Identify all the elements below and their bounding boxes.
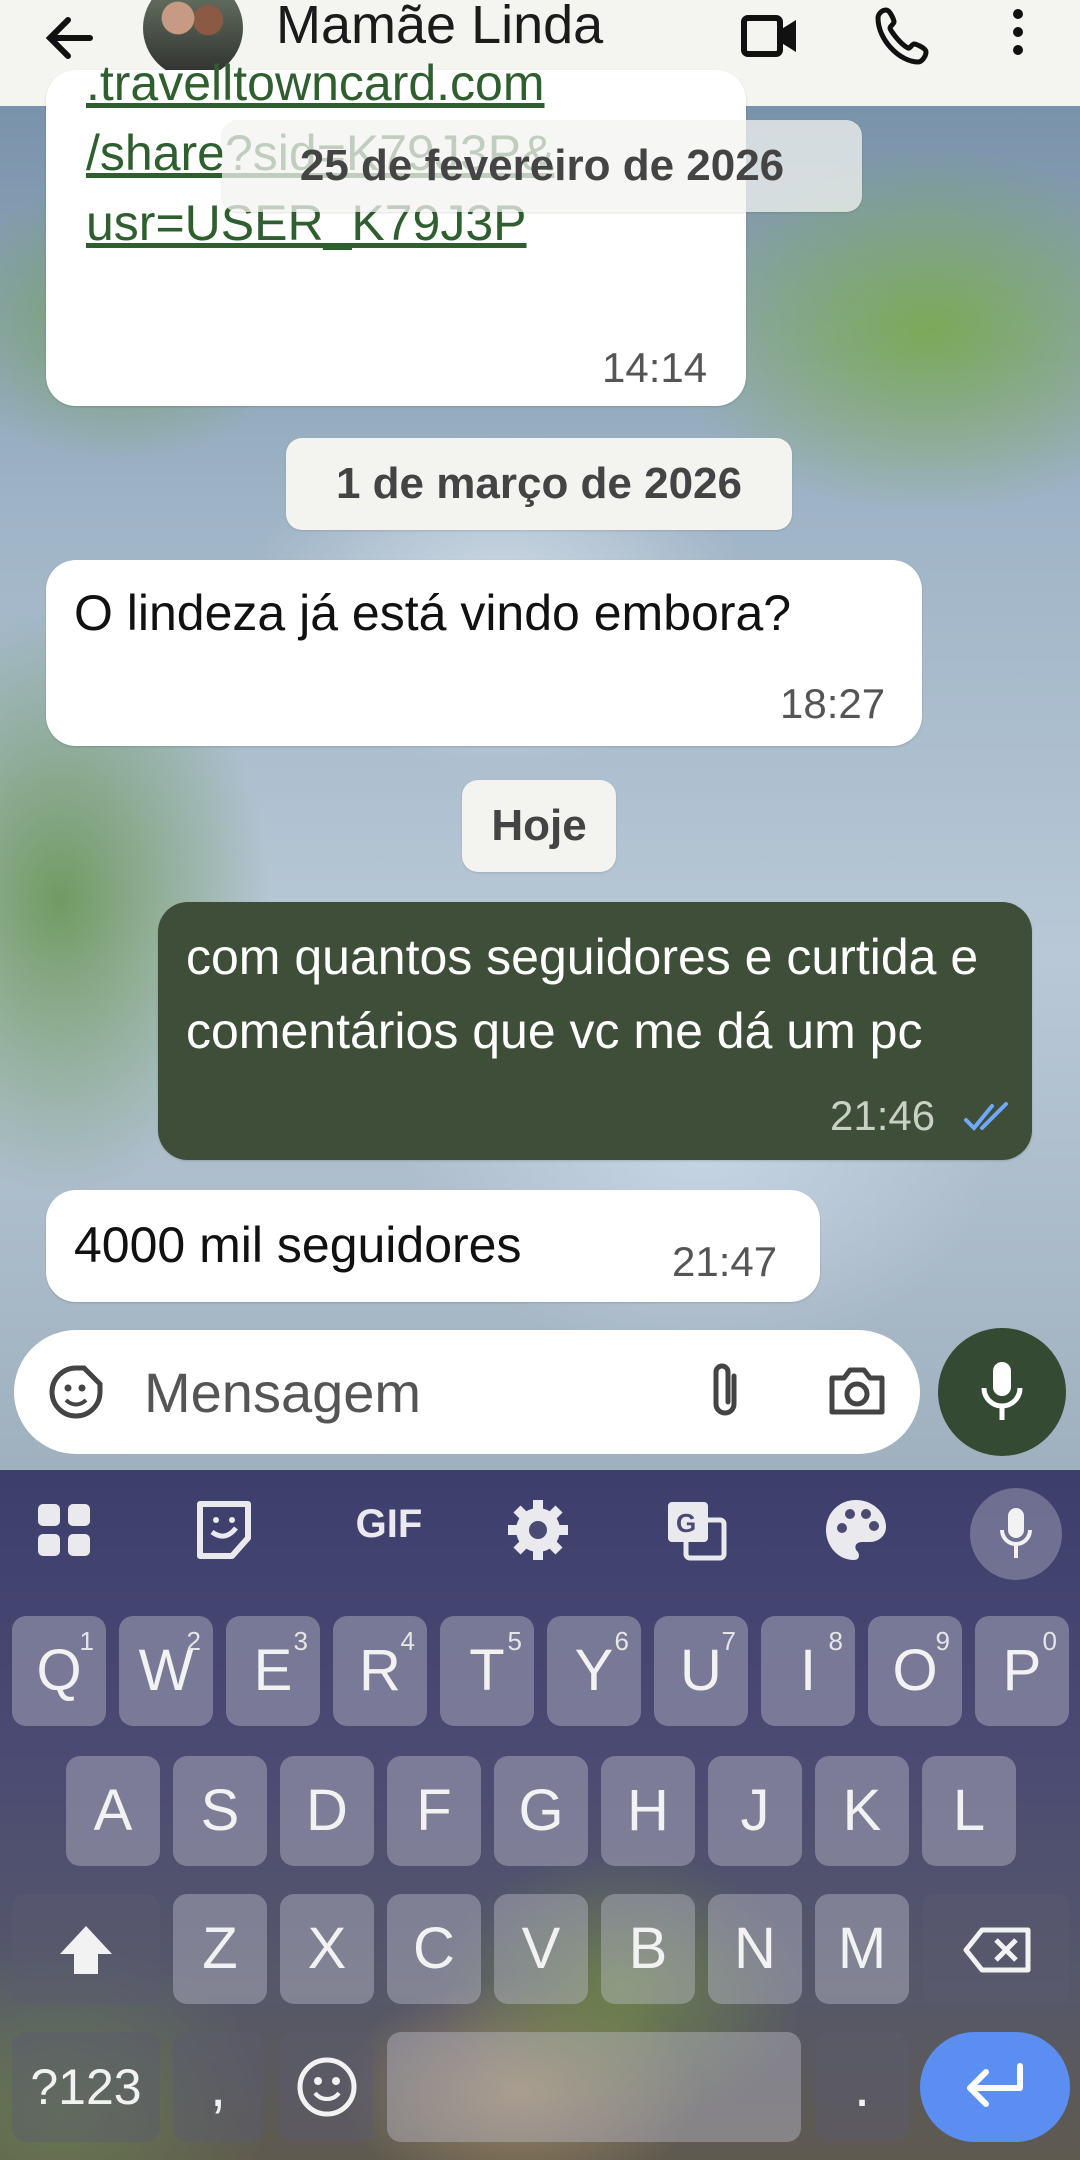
enter-key[interactable]	[920, 2032, 1070, 2142]
key-d[interactable]: D	[280, 1756, 374, 1866]
message-text: O lindeza já está vindo embora?	[74, 585, 792, 641]
message-time: 14:14	[602, 344, 708, 391]
key-x[interactable]: X	[280, 1894, 374, 2004]
key-v[interactable]: V	[494, 1894, 588, 2004]
key-b[interactable]: B	[601, 1894, 695, 2004]
key-k[interactable]: K	[815, 1756, 909, 1866]
message-time: 21:47	[672, 1238, 778, 1285]
space-key[interactable]	[387, 2032, 801, 2142]
keyboard: GIF G Q1 W2 E3 R4 T5 Y6 U7 I8 O9 P0 A S …	[0, 1470, 1080, 2160]
message-time: 18:27	[780, 680, 886, 727]
message-text: com quantos seguidores e curtida e comen…	[186, 929, 979, 1059]
backspace-key[interactable]	[922, 1894, 1070, 2004]
key-a[interactable]: A	[66, 1756, 160, 1866]
phone-icon[interactable]	[872, 4, 936, 68]
shift-key[interactable]	[12, 1894, 160, 2004]
key-c[interactable]: C	[387, 1894, 481, 2004]
emoji-key[interactable]	[280, 2032, 374, 2142]
more-vertical-icon[interactable]	[992, 4, 1056, 68]
key-s[interactable]: S	[173, 1756, 267, 1866]
key-w[interactable]: W2	[119, 1616, 213, 1726]
enter-arrow-icon	[962, 2062, 1028, 2112]
key-l[interactable]: L	[922, 1756, 1016, 1866]
apps-grid-icon[interactable]	[24, 1490, 104, 1570]
message-bubble-incoming[interactable]: 4000 mil seguidores 21:47	[46, 1190, 820, 1302]
sticker-smiley-icon[interactable]	[46, 1362, 106, 1422]
message-text: 4000 mil seguidores	[74, 1217, 522, 1273]
key-n[interactable]: N	[708, 1894, 802, 2004]
key-e[interactable]: E3	[226, 1616, 320, 1726]
video-camera-icon[interactable]	[738, 4, 802, 68]
key-j[interactable]: J	[708, 1756, 802, 1866]
sticker-icon[interactable]	[184, 1490, 264, 1570]
key-q[interactable]: Q1	[12, 1616, 106, 1726]
symbols-key[interactable]: ?123	[12, 2032, 160, 2142]
key-m[interactable]: M	[815, 1894, 909, 2004]
key-r[interactable]: R4	[333, 1616, 427, 1726]
double-check-icon	[962, 1100, 1012, 1136]
key-f[interactable]: F	[387, 1756, 481, 1866]
backspace-icon	[962, 1926, 1032, 1974]
settings-gear-icon[interactable]	[498, 1490, 578, 1570]
key-o[interactable]: O9	[868, 1616, 962, 1726]
camera-icon[interactable]	[826, 1362, 888, 1418]
shift-arrow-icon	[56, 1922, 116, 1978]
microphone-icon	[996, 1504, 1036, 1564]
gif-button[interactable]: GIF	[334, 1502, 444, 1582]
key-u[interactable]: U7	[654, 1616, 748, 1726]
key-g[interactable]: G	[494, 1756, 588, 1866]
period-key[interactable]: .	[815, 2032, 909, 2142]
key-t[interactable]: T5	[440, 1616, 534, 1726]
message-time: 21:46	[830, 1092, 936, 1139]
voice-input-button[interactable]	[970, 1488, 1062, 1580]
message-bubble-outgoing[interactable]: com quantos seguidores e curtida e comen…	[158, 902, 1032, 1160]
key-p[interactable]: P0	[975, 1616, 1069, 1726]
key-z[interactable]: Z	[173, 1894, 267, 2004]
key-y[interactable]: Y6	[547, 1616, 641, 1726]
voice-record-button[interactable]	[938, 1328, 1066, 1456]
message-input[interactable]: Mensagem	[144, 1360, 421, 1425]
paperclip-icon[interactable]	[704, 1358, 748, 1424]
svg-text:G: G	[676, 1508, 696, 1538]
date-chip-floating: 25 de fevereiro de 2026	[222, 120, 862, 212]
smiley-icon	[295, 2055, 359, 2119]
microphone-icon	[978, 1358, 1026, 1426]
date-chip-march: 1 de março de 2026	[286, 438, 792, 530]
message-composer[interactable]: Mensagem	[14, 1330, 920, 1454]
comma-key[interactable]: ,	[173, 2032, 263, 2142]
message-bubble-incoming[interactable]: O lindeza já está vindo embora? 18:27	[46, 560, 922, 746]
date-chip-today: Hoje	[462, 780, 616, 872]
key-i[interactable]: I8	[761, 1616, 855, 1726]
key-h[interactable]: H	[601, 1756, 695, 1866]
palette-icon[interactable]	[816, 1490, 896, 1570]
translate-icon[interactable]: G	[656, 1490, 736, 1570]
